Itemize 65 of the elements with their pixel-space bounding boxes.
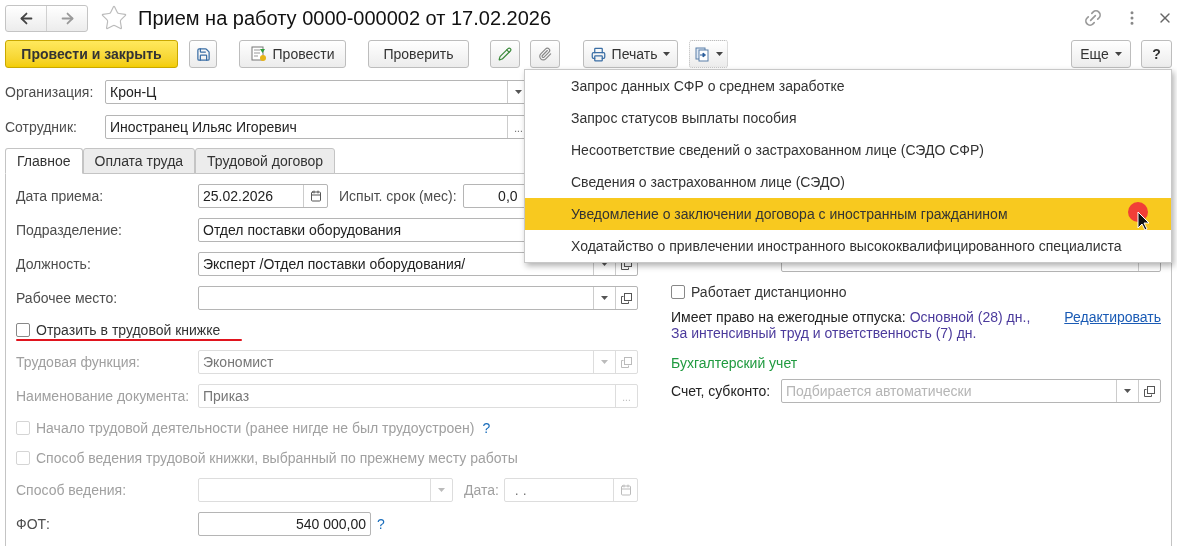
field-label: Должность:: [16, 254, 92, 274]
dropdown-icon: [1114, 52, 1122, 56]
checkbox-label: Способ ведения трудовой книжки, выбранный по прежнему месту работы: [36, 448, 518, 468]
checkbox-label: Начало трудовой деятельности (ранее нигде не был трудоустроен): [36, 418, 475, 438]
save-button[interactable]: [189, 40, 217, 68]
post-button[interactable]: Провести: [239, 40, 346, 68]
create-based-button[interactable]: [689, 40, 728, 68]
input-field[interactable]: Подбирается автоматически: [781, 379, 1161, 403]
help-button[interactable]: ?: [1141, 40, 1172, 68]
dropdown-icon: [515, 90, 522, 94]
calendar-icon: [309, 190, 322, 202]
cursor-icon: [1137, 211, 1150, 231]
post-and-close-button[interactable]: Провести и закрыть: [5, 40, 178, 68]
field-label: Подразделение:: [16, 220, 123, 240]
open-icon: [621, 356, 632, 368]
tab[interactable]: Оплата труда: [82, 148, 196, 174]
input-field[interactable]: 25.02.2026: [198, 184, 328, 208]
dropdown-icon: [663, 52, 671, 56]
favorite-star-icon[interactable]: [100, 4, 128, 32]
field-label: Наименование документа:: [16, 386, 191, 406]
check-button[interactable]: Проверить: [368, 40, 469, 68]
field-label: Дата приема:: [16, 186, 105, 206]
leave-label: Имеет право на ежегодные отпуска:: [671, 309, 906, 325]
checkbox[interactable]: [16, 323, 30, 337]
printer-icon: [590, 46, 606, 62]
leave-link[interactable]: Основной (28) дн.,: [909, 309, 1031, 325]
window-title: Прием на работу 0000-000002 от 17.02.2026: [138, 6, 552, 31]
field-label: Способ ведения:: [16, 480, 128, 500]
checkbox[interactable]: [671, 285, 685, 299]
date-value: . .: [513, 480, 528, 500]
checkbox-label: Отразить в трудовой книжке: [36, 320, 221, 340]
dropdown-icon: [1124, 389, 1131, 393]
tab[interactable]: Трудовой договор: [195, 148, 336, 174]
more-button[interactable]: Еще: [1071, 40, 1131, 68]
attach-button[interactable]: [530, 40, 560, 68]
dropdown-icon: [715, 52, 723, 56]
pencil-icon: [498, 47, 512, 61]
save-icon: [195, 46, 211, 62]
field-label: Организация:: [5, 82, 95, 102]
field-label: Испыт. срок (мес):: [339, 186, 457, 206]
print-button[interactable]: Печать: [583, 40, 678, 68]
field-label: Рабочее место:: [16, 288, 119, 308]
tab[interactable]: Главное: [5, 148, 83, 174]
help-link[interactable]: ?: [377, 513, 385, 535]
dropdown-icon: [437, 488, 445, 492]
edit-link[interactable]: Редактировать: [1064, 309, 1161, 341]
leave-link[interactable]: За интенсивный труд и ответственность (7) дн.: [671, 325, 977, 341]
dropdown-icon: [601, 360, 608, 364]
calendar-icon: [619, 484, 632, 496]
open-icon: [621, 292, 632, 304]
menu-item[interactable]: Уведомление о заключении договора с иностранным гражданином: [525, 198, 1171, 230]
field-label: Дата:: [463, 480, 499, 500]
document-arrow-icon: [694, 46, 710, 62]
checkbox-label: Работает дистанционно: [691, 282, 847, 302]
edit-history-button[interactable]: [490, 40, 520, 68]
input-field[interactable]: [198, 286, 638, 310]
field-label: Счет, субконто:: [671, 381, 772, 401]
input-field[interactable]: 540 000,00: [198, 512, 371, 536]
open-icon: [1144, 385, 1155, 397]
field-label: ФОТ:: [16, 514, 51, 534]
field-label: Сотрудник:: [5, 117, 78, 137]
field-label: Трудовая функция:: [16, 352, 141, 372]
section-heading: Бухгалтерский учет: [671, 354, 799, 373]
paperclip-icon: [538, 47, 552, 61]
dropdown-icon: [601, 296, 608, 300]
